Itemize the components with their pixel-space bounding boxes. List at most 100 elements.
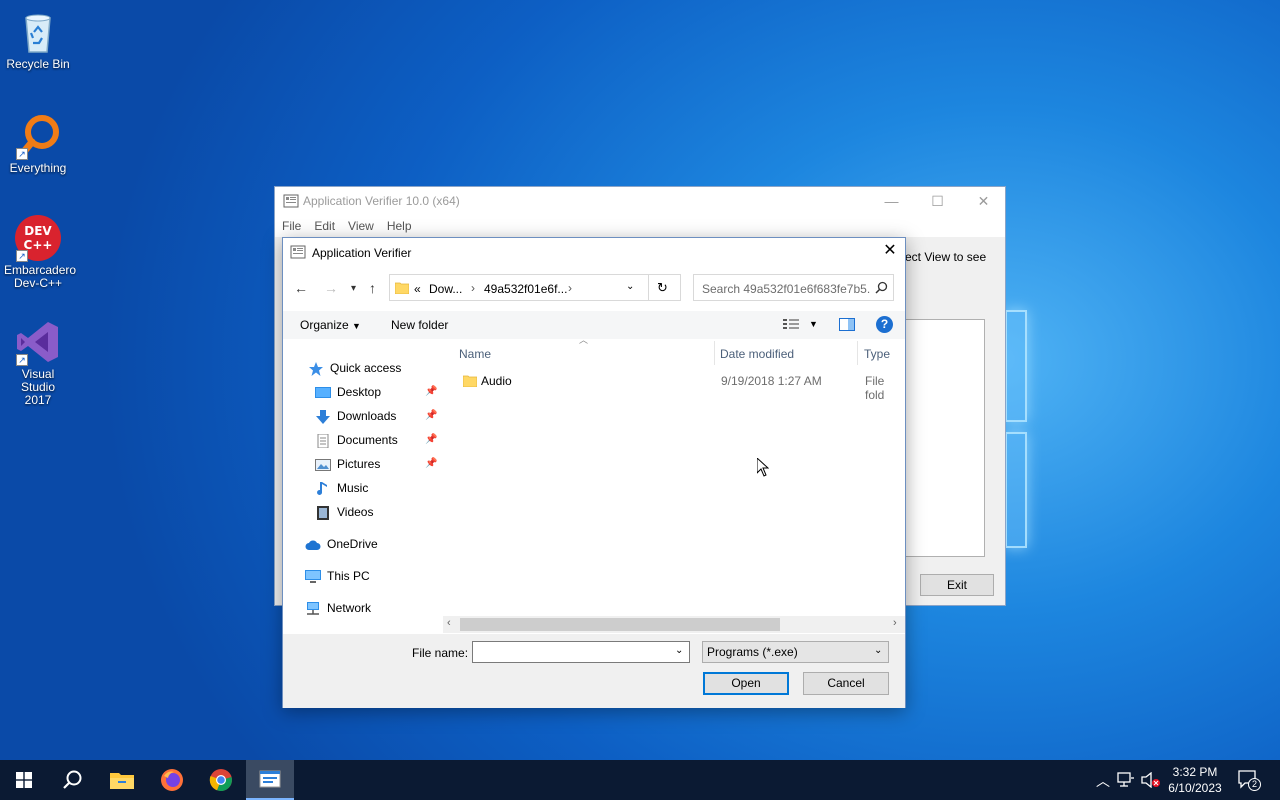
firefox-icon bbox=[161, 769, 183, 791]
menu-view[interactable]: View bbox=[341, 215, 380, 233]
pin-icon: 📌 bbox=[425, 434, 438, 445]
back-arrow-icon[interactable]: ← bbox=[294, 280, 308, 296]
nav-this-pc[interactable]: This PC bbox=[305, 565, 370, 587]
nav-quick-access[interactable]: Quick access bbox=[308, 357, 401, 379]
dialog-close-button[interactable]: ✕ bbox=[875, 238, 905, 266]
cancel-button[interactable]: Cancel bbox=[803, 672, 889, 695]
app-verifier-icon bbox=[283, 193, 299, 212]
file-row[interactable]: Audio 9/19/2018 1:27 AM File fold bbox=[457, 370, 905, 402]
dialog-title: Application Verifier bbox=[312, 246, 412, 260]
address-separator[interactable]: › bbox=[471, 281, 475, 295]
taskbar-app-verifier[interactable] bbox=[246, 760, 294, 800]
address-separator[interactable]: › bbox=[568, 281, 572, 295]
taskbar-chrome[interactable] bbox=[197, 760, 245, 800]
search-box[interactable]: Search 49a532f01e6f683fe7b5... bbox=[693, 274, 894, 301]
file-name-dropdown-chevron-icon[interactable]: ⌄ bbox=[675, 645, 683, 656]
maximize-button[interactable]: ☐ bbox=[915, 187, 960, 215]
refresh-icon[interactable]: ↻ bbox=[657, 280, 668, 296]
column-divider[interactable] bbox=[714, 341, 715, 365]
scroll-left-arrow-icon[interactable]: ‹ bbox=[447, 617, 451, 629]
action-center-button[interactable]: 2 bbox=[1238, 770, 1261, 793]
view-dropdown-chevron-icon[interactable]: ▼ bbox=[809, 319, 818, 329]
shortcut-arrow-icon: ↗ bbox=[16, 250, 28, 262]
help-icon[interactable]: ? bbox=[876, 316, 893, 333]
mouse-cursor-icon bbox=[756, 456, 770, 480]
menu-bar: File Edit View Help bbox=[275, 215, 1005, 237]
nav-pictures[interactable]: Pictures bbox=[315, 453, 380, 475]
menu-file[interactable]: File bbox=[275, 215, 307, 233]
network-tray-icon[interactable] bbox=[1117, 772, 1135, 791]
nav-onedrive[interactable]: OneDrive bbox=[305, 533, 378, 555]
shortcut-arrow-icon: ↗ bbox=[16, 354, 28, 366]
organize-button[interactable]: Organize ▼ bbox=[300, 318, 361, 332]
devcpp-icon: DEV C++ ↗ bbox=[14, 214, 62, 262]
close-button[interactable]: ✕ bbox=[961, 187, 1006, 215]
pin-icon: 📌 bbox=[425, 458, 438, 469]
address-overflow[interactable]: « bbox=[414, 282, 421, 296]
file-name-label: File name: bbox=[412, 646, 469, 660]
preview-pane-icon[interactable] bbox=[839, 318, 855, 334]
nav-downloads[interactable]: Downloads bbox=[315, 405, 396, 427]
up-arrow-icon[interactable]: ↑ bbox=[369, 280, 376, 296]
scroll-right-arrow-icon[interactable]: › bbox=[893, 617, 897, 629]
column-type[interactable]: Type bbox=[864, 347, 890, 361]
menu-help[interactable]: Help bbox=[380, 215, 418, 233]
scrollbar-thumb[interactable] bbox=[460, 618, 780, 631]
taskbar-file-explorer[interactable] bbox=[98, 760, 146, 800]
music-note-icon bbox=[315, 481, 331, 495]
search-input[interactable]: Search 49a532f01e6f683fe7b5... bbox=[702, 282, 870, 296]
forward-arrow-icon[interactable]: → bbox=[324, 280, 338, 296]
nav-label: OneDrive bbox=[327, 537, 378, 551]
file-type-select[interactable]: Programs (*.exe) ⌄ bbox=[702, 641, 889, 663]
recent-locations-chevron-icon[interactable]: ▾ bbox=[351, 283, 356, 294]
horizontal-scrollbar[interactable]: ‹ › bbox=[443, 616, 905, 633]
column-divider[interactable] bbox=[857, 341, 858, 365]
pin-icon: 📌 bbox=[425, 410, 438, 421]
app-verifier-icon bbox=[259, 770, 281, 788]
document-icon bbox=[315, 433, 331, 449]
nav-documents[interactable]: Documents bbox=[315, 429, 398, 451]
desktop-icon-everything[interactable]: ↗ Everything bbox=[0, 112, 76, 175]
menu-edit[interactable]: Edit bbox=[307, 215, 341, 233]
desktop-icon bbox=[315, 385, 331, 399]
clock-date: 6/10/2023 bbox=[1168, 781, 1222, 795]
nav-videos[interactable]: Videos bbox=[315, 501, 373, 523]
sort-up-chevron-icon: ︿ bbox=[579, 335, 589, 345]
new-folder-button[interactable]: New folder bbox=[391, 318, 448, 332]
column-name[interactable]: Name bbox=[459, 347, 491, 361]
network-icon bbox=[305, 601, 321, 615]
desktop-icon-devcpp[interactable]: DEV C++ ↗ Embarcadero Dev-C++ bbox=[0, 214, 76, 290]
open-button[interactable]: Open bbox=[703, 672, 789, 695]
volume-muted-icon[interactable] bbox=[1141, 771, 1161, 791]
desktop-icon-recycle-bin[interactable]: Recycle Bin bbox=[0, 8, 76, 71]
desktop-icon-visual-studio[interactable]: ↗ Visual Studio 2017 bbox=[0, 318, 76, 407]
address-bar[interactable]: « Dow... › 49a532f01e6f... › ⌄ ↻ bbox=[389, 274, 681, 301]
column-date-modified[interactable]: Date modified bbox=[720, 347, 794, 361]
taskbar-clock[interactable]: 3:32 PM 6/10/2023 bbox=[1160, 764, 1230, 796]
nav-music[interactable]: Music bbox=[315, 477, 368, 499]
address-dropdown-chevron-icon[interactable]: ⌄ bbox=[626, 281, 634, 292]
film-icon bbox=[315, 505, 331, 520]
file-type-chevron-icon: ⌄ bbox=[874, 645, 883, 656]
start-button[interactable] bbox=[0, 760, 48, 800]
nav-label: Documents bbox=[337, 433, 398, 447]
address-segment-downloads[interactable]: Dow... bbox=[429, 282, 462, 296]
minimize-button[interactable]: — bbox=[869, 187, 914, 215]
view-options-icon[interactable] bbox=[783, 318, 801, 333]
nav-desktop[interactable]: Desktop bbox=[315, 381, 381, 403]
file-name-input[interactable]: ⌄ bbox=[472, 641, 690, 663]
show-hidden-icons-chevron-icon[interactable]: ︿ bbox=[1096, 771, 1110, 791]
taskbar-firefox[interactable] bbox=[148, 760, 196, 800]
windows-logo-icon bbox=[16, 772, 32, 788]
address-segment-folder[interactable]: 49a532f01e6f... bbox=[484, 282, 567, 296]
tests-list[interactable] bbox=[905, 319, 985, 557]
taskbar-search-button[interactable] bbox=[48, 760, 96, 800]
nav-network[interactable]: Network bbox=[305, 597, 371, 619]
nav-label: Pictures bbox=[337, 457, 381, 471]
chrome-icon bbox=[209, 769, 232, 792]
open-file-dialog: Application Verifier ✕ ← → ▾ ↑ « Dow... … bbox=[282, 237, 906, 708]
exit-button[interactable]: Exit bbox=[920, 574, 994, 596]
window-titlebar[interactable]: Application Verifier 10.0 (x64) — ☐ ✕ bbox=[275, 187, 1005, 215]
app-verifier-icon bbox=[290, 244, 306, 263]
folder-icon bbox=[394, 281, 410, 297]
